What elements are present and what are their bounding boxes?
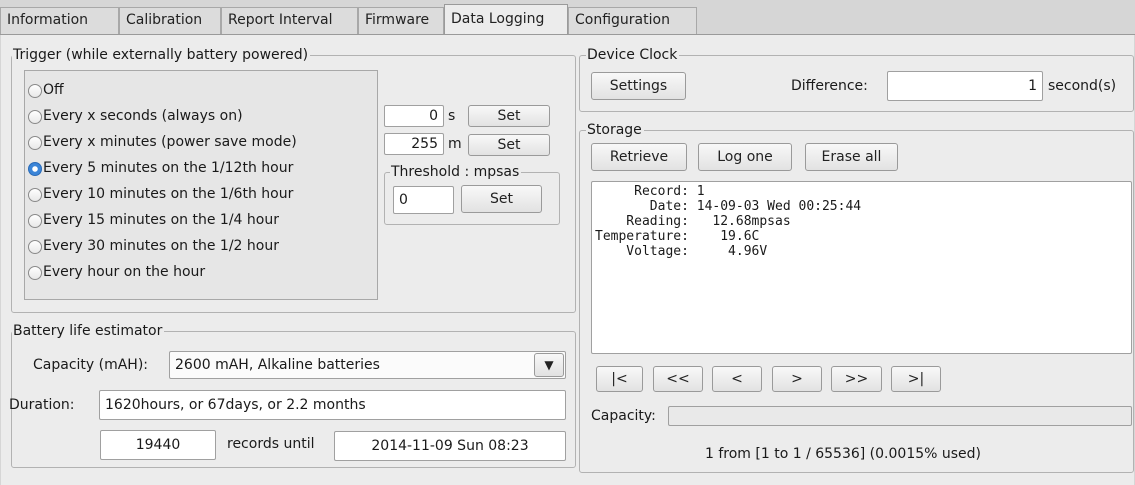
record-line-number: Record: 1 — [595, 184, 705, 199]
record-line-voltage: Voltage: 4.96V — [595, 244, 768, 259]
record-display[interactable]: Record: 1 Date: 14-09-03 Wed 00:25:44 Re… — [591, 181, 1132, 354]
storage-status-text: 1 from [1 to 1 / 65536] (0.0015% used) — [705, 446, 982, 462]
tab-report-interval[interactable]: Report Interval — [221, 7, 358, 34]
tab-information[interactable]: Information — [0, 7, 119, 34]
threshold-group-title: Threshold : mpsas — [390, 164, 522, 180]
battery-estimator-title: Battery life estimator — [12, 323, 165, 339]
triangle-down-icon[interactable]: ▼ — [534, 353, 564, 377]
last-record-button[interactable]: >| — [891, 366, 941, 392]
radio-indicator[interactable] — [28, 84, 42, 98]
minutes-unit-label: m — [448, 136, 462, 152]
radio-label: Every x seconds (always on) — [43, 108, 243, 124]
previous-record-button[interactable]: < — [712, 366, 762, 392]
radio-label: Every 5 minutes on the 1/12th hour — [43, 160, 294, 176]
difference-label: Difference: — [791, 78, 868, 94]
radio-indicator[interactable] — [28, 136, 42, 150]
seconds-unit-label: s — [448, 108, 456, 124]
record-line-date: Date: 14-09-03 Wed 00:25:44 — [595, 199, 862, 214]
radio-indicator[interactable] — [28, 240, 42, 254]
device-clock-title: Device Clock — [586, 47, 680, 63]
radio-label: Every 15 minutes on the 1/4 hour — [43, 212, 279, 228]
radio-label: Every 10 minutes on the 1/6th hour — [43, 186, 294, 202]
clock-settings-button[interactable]: Settings — [591, 72, 686, 100]
tab-firmware[interactable]: Firmware — [358, 7, 444, 34]
minutes-input[interactable]: 255 — [384, 133, 444, 155]
radio-indicator[interactable] — [28, 188, 42, 202]
storage-title: Storage — [586, 122, 644, 138]
forward-fast-button[interactable]: >> — [831, 366, 882, 392]
until-date-field: 2014-11-09 Sun 08:23 — [334, 431, 566, 461]
log-one-button[interactable]: Log one — [698, 143, 792, 171]
retrieve-button[interactable]: Retrieve — [591, 143, 687, 171]
difference-field: 1 — [887, 71, 1043, 101]
duration-label: Duration: — [9, 397, 75, 413]
threshold-input[interactable]: 0 — [393, 186, 454, 214]
radio-indicator[interactable] — [28, 214, 42, 228]
storage-capacity-label: Capacity: — [591, 408, 656, 424]
difference-unit-label: second(s) — [1048, 78, 1117, 94]
seconds-input[interactable]: 0 — [384, 105, 444, 127]
radio-label: Off — [43, 82, 64, 98]
record-line-reading: Reading: 12.68mpsas — [595, 214, 791, 229]
radio-label: Every x minutes (power save mode) — [43, 134, 297, 150]
radio-label: Every hour on the hour — [43, 264, 206, 280]
capacity-select[interactable]: 2600 mAH, Alkaline batteries — [169, 351, 566, 379]
set-minutes-button[interactable]: Set — [468, 134, 550, 156]
next-record-button[interactable]: > — [772, 366, 822, 392]
capacity-label: Capacity (mAH): — [33, 357, 149, 373]
capacity-select-value: 2600 mAH, Alkaline batteries — [175, 357, 380, 373]
storage-capacity-bar — [668, 406, 1132, 426]
erase-all-button[interactable]: Erase all — [805, 143, 898, 171]
first-record-button[interactable]: |< — [596, 366, 643, 392]
record-line-temperature: Temperature: 19.6C — [595, 229, 760, 244]
set-seconds-button[interactable]: Set — [468, 105, 550, 127]
tab-configuration[interactable]: Configuration — [568, 7, 697, 34]
back-fast-button[interactable]: << — [653, 366, 703, 392]
trigger-group-title: Trigger (while externally battery powere… — [12, 47, 311, 63]
radio-indicator[interactable] — [28, 266, 42, 280]
radio-indicator[interactable] — [28, 162, 42, 176]
tab-calibration[interactable]: Calibration — [119, 7, 221, 34]
set-threshold-button[interactable]: Set — [461, 185, 542, 213]
radio-indicator[interactable] — [28, 110, 42, 124]
records-count-field: 19440 — [100, 430, 216, 460]
tab-data-logging[interactable]: Data Logging — [444, 4, 568, 35]
data-logging-panel: Trigger (while externally battery powere… — [1, 35, 1134, 485]
radio-label: Every 30 minutes on the 1/2 hour — [43, 238, 279, 254]
duration-field: 1620hours, or 67days, or 2.2 months — [99, 390, 566, 420]
tab-bar: Information Calibration Report Interval … — [0, 0, 1135, 35]
records-until-label: records until — [227, 436, 315, 452]
